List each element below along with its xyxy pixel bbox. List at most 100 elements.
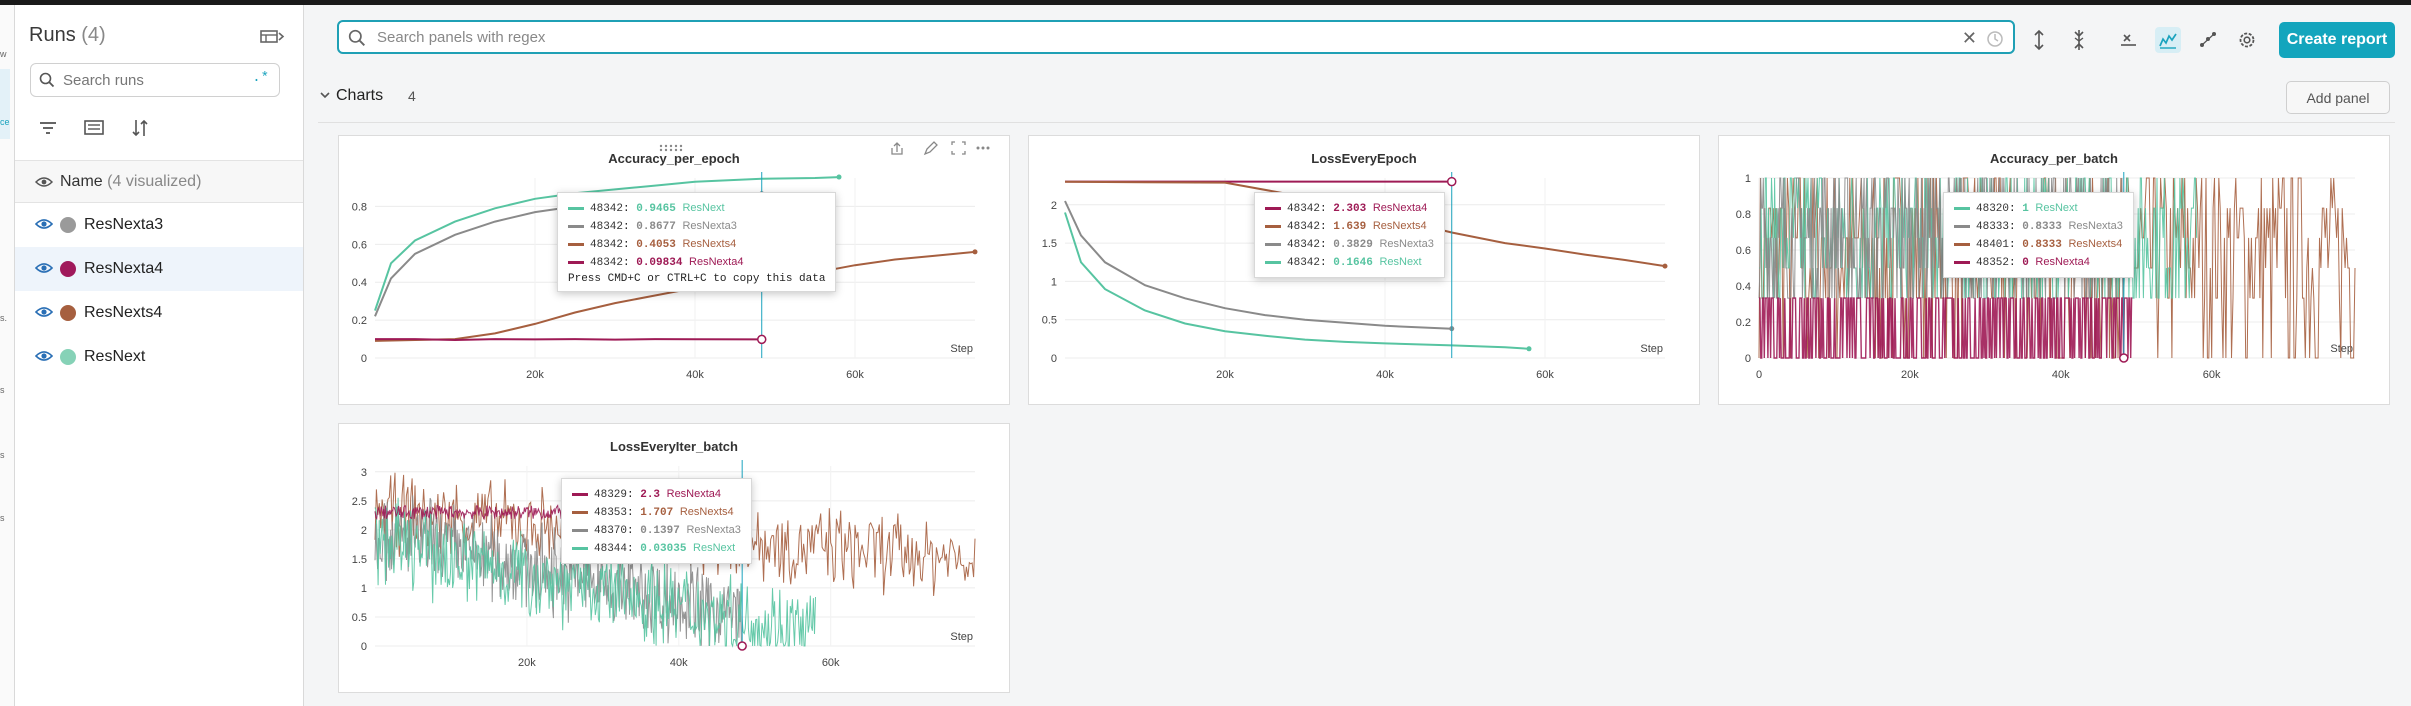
run-color-dot[interactable] (60, 217, 76, 233)
workspace-main: ✕ Create report Charts 4 Add panel Accur… (304, 5, 2411, 706)
tooltip-run-name: ResNext (1379, 256, 1422, 268)
table-toggle-icon[interactable] (258, 25, 286, 49)
left-nav-strip: w ce s. s s s (0, 5, 15, 706)
y-tick-label: 0.5 (352, 612, 367, 624)
x-tick-label: 20k (526, 369, 544, 381)
run-name: ResNexts4 (84, 304, 163, 321)
tooltip-step: 48342 (1287, 257, 1321, 269)
run-row[interactable]: ResNext (15, 335, 303, 379)
tooltip-note: Press CMD+C or CTRL+C to copy this data (568, 273, 826, 285)
visibility-toggle-all-icon[interactable] (35, 175, 53, 189)
run-color-dot[interactable] (60, 305, 76, 321)
group-icon[interactable] (80, 115, 108, 141)
y-tick-label: 3 (361, 467, 367, 479)
eye-icon[interactable] (35, 305, 53, 319)
tooltip-value: 0.8677 (636, 221, 683, 233)
tooltip-row: 48342: 1.639 ResNexts4 (1265, 217, 1434, 235)
x-tick-label: 40k (686, 369, 704, 381)
tooltip-swatch (572, 528, 588, 532)
tooltip-swatch (568, 224, 584, 228)
series-end-point (1526, 346, 1532, 352)
more-options-icon[interactable] (976, 146, 990, 150)
tooltip-run-name: ResNexts4 (682, 238, 737, 250)
add-panel-button[interactable]: Add panel (2286, 81, 2390, 114)
series-end-point (1662, 263, 1668, 269)
clear-icon[interactable]: ✕ (1962, 28, 1977, 49)
run-row[interactable]: ResNexta4 (15, 247, 303, 291)
x-tick-label: 60k (846, 369, 864, 381)
history-icon[interactable] (1985, 29, 2005, 49)
nav-hint: s (0, 450, 5, 460)
y-tick-label: 0 (1745, 353, 1751, 365)
y-tick-label: 0.4 (352, 277, 367, 289)
run-row[interactable]: ResNexts4 (15, 291, 303, 335)
eye-icon[interactable] (35, 261, 53, 275)
fullscreen-icon[interactable] (951, 141, 966, 155)
panel-search-input[interactable] (375, 28, 1879, 47)
tooltip-row: 48342: 0.8677 ResNexta3 (568, 217, 825, 235)
sort-icon[interactable] (127, 115, 155, 141)
x-axis-settings-icon[interactable] (2115, 27, 2141, 53)
search-runs-input[interactable] (61, 71, 245, 90)
y-tick-label: 1.5 (1042, 238, 1057, 250)
tooltip-value: 0 (2022, 257, 2036, 269)
create-report-button[interactable]: Create report (2279, 22, 2395, 58)
x-axis-label: Step (950, 631, 973, 643)
name-column-header[interactable]: Name (4 visualized) (60, 173, 201, 191)
chart-panel[interactable]: Accuracy_per_batch 0 0.2 0.4 0.6 0.8 1 0 20k 40k 6… (1718, 135, 2390, 405)
outliers-icon[interactable] (2195, 27, 2221, 53)
y-tick-label: 0.8 (352, 201, 367, 213)
settings-gear-icon[interactable] (2234, 27, 2260, 53)
tooltip-step: 48370 (594, 525, 628, 537)
tooltip-swatch (568, 242, 584, 246)
panel-count: 4 (408, 88, 416, 104)
tooltip-step: 48342 (1287, 203, 1321, 215)
regex-toggle[interactable]: .* (252, 70, 269, 86)
tooltip-step: 48353 (594, 507, 628, 519)
series-end-point (836, 174, 842, 180)
runs-count: (4) (81, 24, 106, 46)
chevron-down-icon[interactable] (318, 88, 332, 102)
search-icon (39, 72, 55, 88)
tooltip-value: 1.639 (1333, 221, 1373, 233)
expand-vertical-icon[interactable] (2026, 27, 2052, 53)
tooltip-step: 48344 (594, 543, 628, 555)
y-tick-label: 0 (1051, 353, 1057, 365)
tooltip-row: 48352: 0 ResNexta4 (1954, 253, 2123, 271)
tooltip-value: 0.09834 (636, 257, 690, 269)
run-row[interactable]: ResNexta3 (15, 203, 303, 247)
tooltip-value: 0.8333 (2022, 239, 2069, 251)
tooltip-swatch (1954, 206, 1970, 210)
y-tick-label: 2 (1051, 200, 1057, 212)
chart-panel[interactable]: Accuracy_per_epoch 0 0.2 0.4 0.6 0.8 20k 40k 60k… (338, 135, 1010, 405)
run-color-dot[interactable] (60, 349, 76, 365)
nav-hint: s (0, 513, 5, 523)
panel-search-field[interactable]: ✕ (337, 20, 2015, 54)
smoothing-icon[interactable] (2155, 27, 2181, 53)
x-tick-label: 20k (518, 657, 536, 669)
tooltip-run-name: ResNexta3 (1379, 238, 1434, 250)
edit-icon[interactable] (923, 141, 938, 156)
eye-icon[interactable] (35, 217, 53, 231)
nav-selected-item[interactable] (0, 69, 10, 139)
chart-panel[interactable]: LossEveryEpoch 0 0.5 1 1.5 2 20k 40k 60k Step 483… (1028, 135, 1700, 405)
share-icon[interactable] (891, 142, 903, 155)
chart-title: Accuracy_per_epoch (608, 151, 740, 166)
series-line (375, 338, 762, 342)
search-runs-field[interactable]: .* (30, 63, 280, 97)
chart-tooltip: 48342: 2.303 ResNexta4 48342: 1.639 ResNe… (1254, 192, 1445, 278)
section-divider (318, 122, 2395, 123)
run-color-dot[interactable] (60, 261, 76, 277)
x-tick-label: 40k (670, 657, 688, 669)
collapse-vertical-icon[interactable] (2066, 27, 2092, 53)
x-tick-label: 60k (822, 657, 840, 669)
series-end-point (972, 249, 978, 255)
eye-icon[interactable] (35, 349, 53, 363)
chart-panel[interactable]: LossEveryIter_batch 0 0.5 1 1.5 2 2.5 3 20k 40k 60… (338, 423, 1010, 693)
x-tick-label: 0 (1756, 369, 1762, 381)
chart-tooltip: 48329: 2.3 ResNexta4 48353: 1.707 ResNext… (561, 478, 752, 564)
tooltip-step: 48329 (594, 489, 628, 501)
x-tick-label: 40k (1376, 369, 1394, 381)
filter-icon[interactable] (35, 115, 63, 141)
tooltip-step: 48401 (1976, 239, 2010, 251)
